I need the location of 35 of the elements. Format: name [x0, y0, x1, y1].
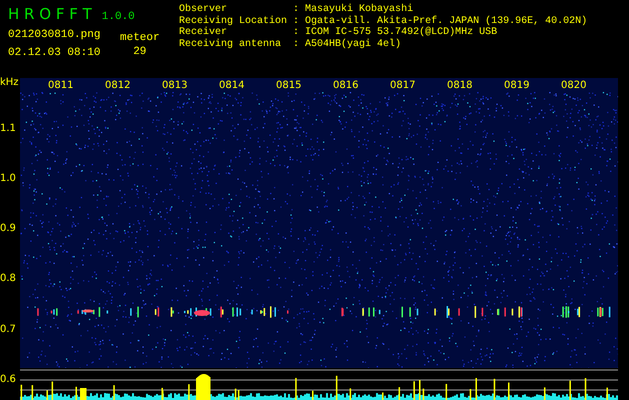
app-title: H R O F F T [8, 4, 92, 25]
info-label: Receiving Location [179, 16, 288, 26]
time-label: 0811 [48, 80, 74, 92]
time-label: 0817 [390, 80, 416, 92]
time-label: 0819 [504, 80, 530, 92]
info-separator: : [293, 16, 300, 27]
time-label: 0812 [105, 80, 132, 92]
time-label: 0813 [162, 80, 188, 92]
time-label: 0818 [447, 80, 474, 92]
time-label: 0820 [561, 80, 588, 92]
axis-label: 1.0 [0, 174, 16, 184]
info-separator: : [293, 27, 300, 38]
time-label: 0814 [219, 80, 246, 92]
info-separator: : [293, 4, 300, 16]
info-label: Receiver [179, 27, 228, 38]
date-time: 02.12.03 08:10 [8, 46, 102, 60]
info-label: Observer [179, 4, 228, 16]
axis-label: 1.1 [0, 124, 16, 134]
axis-label: 0.8 [0, 274, 16, 284]
axis-unit: kHz [0, 78, 19, 88]
axis-label: 0.6 [0, 375, 16, 385]
info-value: Masayuki Kobayashi [305, 4, 414, 16]
info-value: ICOM IC-575 53.7492(@LCD)MHz USB [305, 27, 498, 38]
info-value: A504HB(yagi 4el) [305, 38, 402, 50]
info-value: Ogata-vill. Akita-Pref. JAPAN (139.96E, 40.02N) [305, 16, 588, 26]
info-label: Receiving antenna [179, 38, 282, 50]
time-label: 0816 [333, 80, 360, 92]
time-label: 0815 [276, 80, 302, 92]
file-name: 0212030810.png [8, 28, 102, 42]
info-separator: : [293, 38, 300, 50]
app-version: 1.0.0 [102, 10, 135, 25]
meteor-count: 29 [133, 46, 146, 58]
meteor-label: meteor [120, 32, 160, 44]
axis-label: 0.9 [0, 224, 16, 234]
axis-label: 0.7 [0, 325, 16, 335]
